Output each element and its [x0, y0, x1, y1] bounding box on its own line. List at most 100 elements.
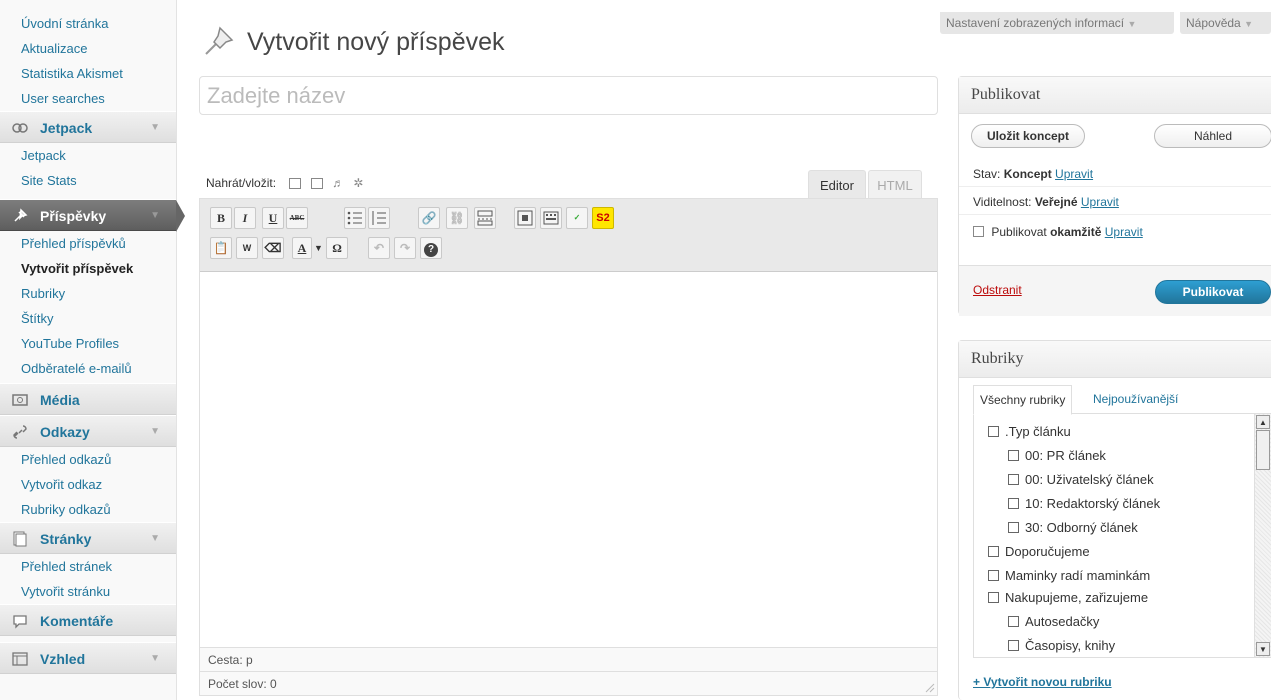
sidebar-item-akismet-stats[interactable]: Statistika Akismet: [0, 61, 176, 86]
word-count: Počet slov: 0: [200, 671, 937, 695]
strikethrough-button[interactable]: ABC: [286, 207, 308, 229]
menu-links[interactable]: Odkazy ▼: [0, 415, 176, 447]
edit-status-link[interactable]: Upravit: [1055, 167, 1093, 181]
screen-options-button[interactable]: Nastavení zobrazených informací ▼: [940, 12, 1174, 34]
menu-comments[interactable]: Komentáře: [0, 604, 176, 636]
undo-button[interactable]: ↶: [368, 237, 390, 259]
chevron-down-icon[interactable]: ▼: [150, 523, 160, 555]
bullet-list-button[interactable]: [344, 207, 366, 229]
category-item[interactable]: Doporučujeme: [988, 544, 1090, 559]
checkbox[interactable]: [1008, 498, 1019, 509]
publish-button[interactable]: Publikovat: [1155, 280, 1271, 304]
category-item[interactable]: Autosedačky: [1008, 614, 1099, 629]
add-media-icon[interactable]: ✲: [353, 176, 363, 190]
scrollbar[interactable]: ▲ ▼: [1254, 414, 1271, 657]
checkbox[interactable]: [988, 570, 999, 581]
edit-visibility-link[interactable]: Upravit: [1081, 195, 1119, 209]
menu-jetpack[interactable]: Jetpack ▼: [0, 111, 176, 143]
category-item[interactable]: Maminky radí maminkám: [988, 568, 1150, 583]
unlink-button[interactable]: ⛓: [446, 207, 468, 229]
checkbox[interactable]: [988, 592, 999, 603]
s2-button[interactable]: S2: [592, 207, 614, 229]
category-item[interactable]: Nakupujeme, zařizujeme: [988, 590, 1148, 605]
sidebar-item-new-post[interactable]: Vytvořit příspěvek: [0, 256, 176, 281]
bold-button[interactable]: B: [210, 207, 232, 229]
help-button[interactable]: Nápověda ▼: [1180, 12, 1271, 34]
visibility-row: Viditelnost: Veřejné Upravit: [959, 189, 1271, 215]
sidebar-item-updates[interactable]: Aktualizace: [0, 36, 176, 61]
checkbox[interactable]: [988, 426, 999, 437]
checkbox[interactable]: [1008, 616, 1019, 627]
tab-all-categories[interactable]: Všechny rubriky: [973, 385, 1073, 415]
category-item[interactable]: 30: Odborný článek: [1008, 520, 1138, 535]
menu-pages[interactable]: Stránky ▼: [0, 522, 176, 554]
fullscreen-button[interactable]: [514, 207, 536, 229]
sidebar-item-new-page[interactable]: Vytvořit stránku: [0, 579, 176, 604]
sidebar-item-all-posts[interactable]: Přehled příspěvků: [0, 231, 176, 256]
clear-formatting-button[interactable]: ⌫: [262, 237, 284, 259]
menu-appearance[interactable]: Vzhled ▼: [0, 642, 176, 674]
checkbox[interactable]: [1008, 450, 1019, 461]
category-item[interactable]: .Typ článku: [988, 424, 1071, 439]
tab-editor[interactable]: Editor: [808, 170, 866, 199]
sidebar-item-home[interactable]: Úvodní stránka: [0, 11, 176, 36]
sidebar-item-youtube-profiles[interactable]: YouTube Profiles: [0, 331, 176, 356]
add-video-icon[interactable]: [310, 178, 323, 189]
add-audio-icon[interactable]: ♬: [332, 176, 344, 190]
spellcheck-button[interactable]: ✓: [566, 207, 588, 229]
chevron-down-icon[interactable]: ▼: [150, 200, 160, 232]
paste-text-button[interactable]: 📋: [210, 237, 232, 259]
edit-date-link[interactable]: Upravit: [1105, 225, 1143, 239]
checkbox[interactable]: [1008, 474, 1019, 485]
save-draft-button[interactable]: Uložit koncept: [971, 124, 1085, 148]
text-color-button[interactable]: A: [292, 237, 312, 259]
paste-word-button[interactable]: W: [236, 237, 258, 259]
scroll-up-icon[interactable]: ▲: [1256, 415, 1270, 429]
more-tag-button[interactable]: [474, 207, 496, 229]
preview-button[interactable]: Náhled: [1154, 124, 1271, 148]
help-button[interactable]: ?: [420, 237, 442, 259]
checkbox[interactable]: [988, 546, 999, 557]
chevron-down-icon[interactable]: ▼: [150, 112, 160, 144]
special-char-button[interactable]: Ω: [326, 237, 348, 259]
sidebar-item-new-link[interactable]: Vytvořit odkaz: [0, 472, 176, 497]
link-button[interactable]: 🔗: [418, 207, 440, 229]
chevron-down-icon[interactable]: ▼: [150, 416, 160, 448]
checkbox[interactable]: [1008, 640, 1019, 651]
category-item[interactable]: 00: PR článek: [1008, 448, 1106, 463]
scrollbar-thumb[interactable]: [1256, 430, 1270, 470]
underline-button[interactable]: U: [262, 207, 284, 229]
content-area[interactable]: [200, 272, 937, 647]
resize-handle-icon[interactable]: [925, 683, 935, 693]
category-item[interactable]: Časopisy, knihy: [1008, 638, 1115, 653]
scroll-down-icon[interactable]: ▼: [1256, 642, 1270, 656]
spellcheck-icon: ✓: [573, 213, 581, 222]
sidebar-item-link-categories[interactable]: Rubriky odkazů: [0, 497, 176, 522]
sidebar-item-jetpack[interactable]: Jetpack: [0, 143, 176, 168]
checkbox[interactable]: [1008, 522, 1019, 533]
category-item[interactable]: 10: Redaktorský článek: [1008, 496, 1160, 511]
sidebar-item-all-pages[interactable]: Přehled stránek: [0, 554, 176, 579]
sidebar-item-email-subscribers[interactable]: Odběratelé e-mailů: [0, 356, 176, 381]
sidebar-item-tags[interactable]: Štítky: [0, 306, 176, 331]
trash-link[interactable]: Odstranit: [973, 283, 1022, 297]
kitchen-sink-button[interactable]: [540, 207, 562, 229]
category-item[interactable]: 00: Uživatelský článek: [1008, 472, 1154, 487]
tab-popular-categories[interactable]: Nejpoužívanější: [1093, 385, 1178, 413]
chevron-down-icon[interactable]: ▼: [150, 643, 160, 675]
redo-button[interactable]: ↷: [394, 237, 416, 259]
post-title-input[interactable]: [199, 76, 938, 115]
sidebar-item-all-links[interactable]: Přehled odkazů: [0, 447, 176, 472]
visibility-label: Viditelnost:: [973, 195, 1032, 209]
sidebar-item-site-stats[interactable]: Site Stats: [0, 168, 176, 193]
add-new-category-link[interactable]: + Vytvořit novou rubriku: [973, 675, 1112, 689]
menu-posts[interactable]: Příspěvky ▼: [0, 199, 185, 232]
menu-media[interactable]: Média: [0, 383, 176, 415]
sidebar-item-categories[interactable]: Rubriky: [0, 281, 176, 306]
sidebar-item-user-searches[interactable]: User searches: [0, 86, 176, 111]
add-image-icon[interactable]: [289, 178, 302, 189]
numbered-list-button[interactable]: [368, 207, 390, 229]
chevron-down-icon[interactable]: ▼: [314, 243, 323, 253]
italic-button[interactable]: I: [234, 207, 256, 229]
tab-html[interactable]: HTML: [868, 170, 922, 199]
